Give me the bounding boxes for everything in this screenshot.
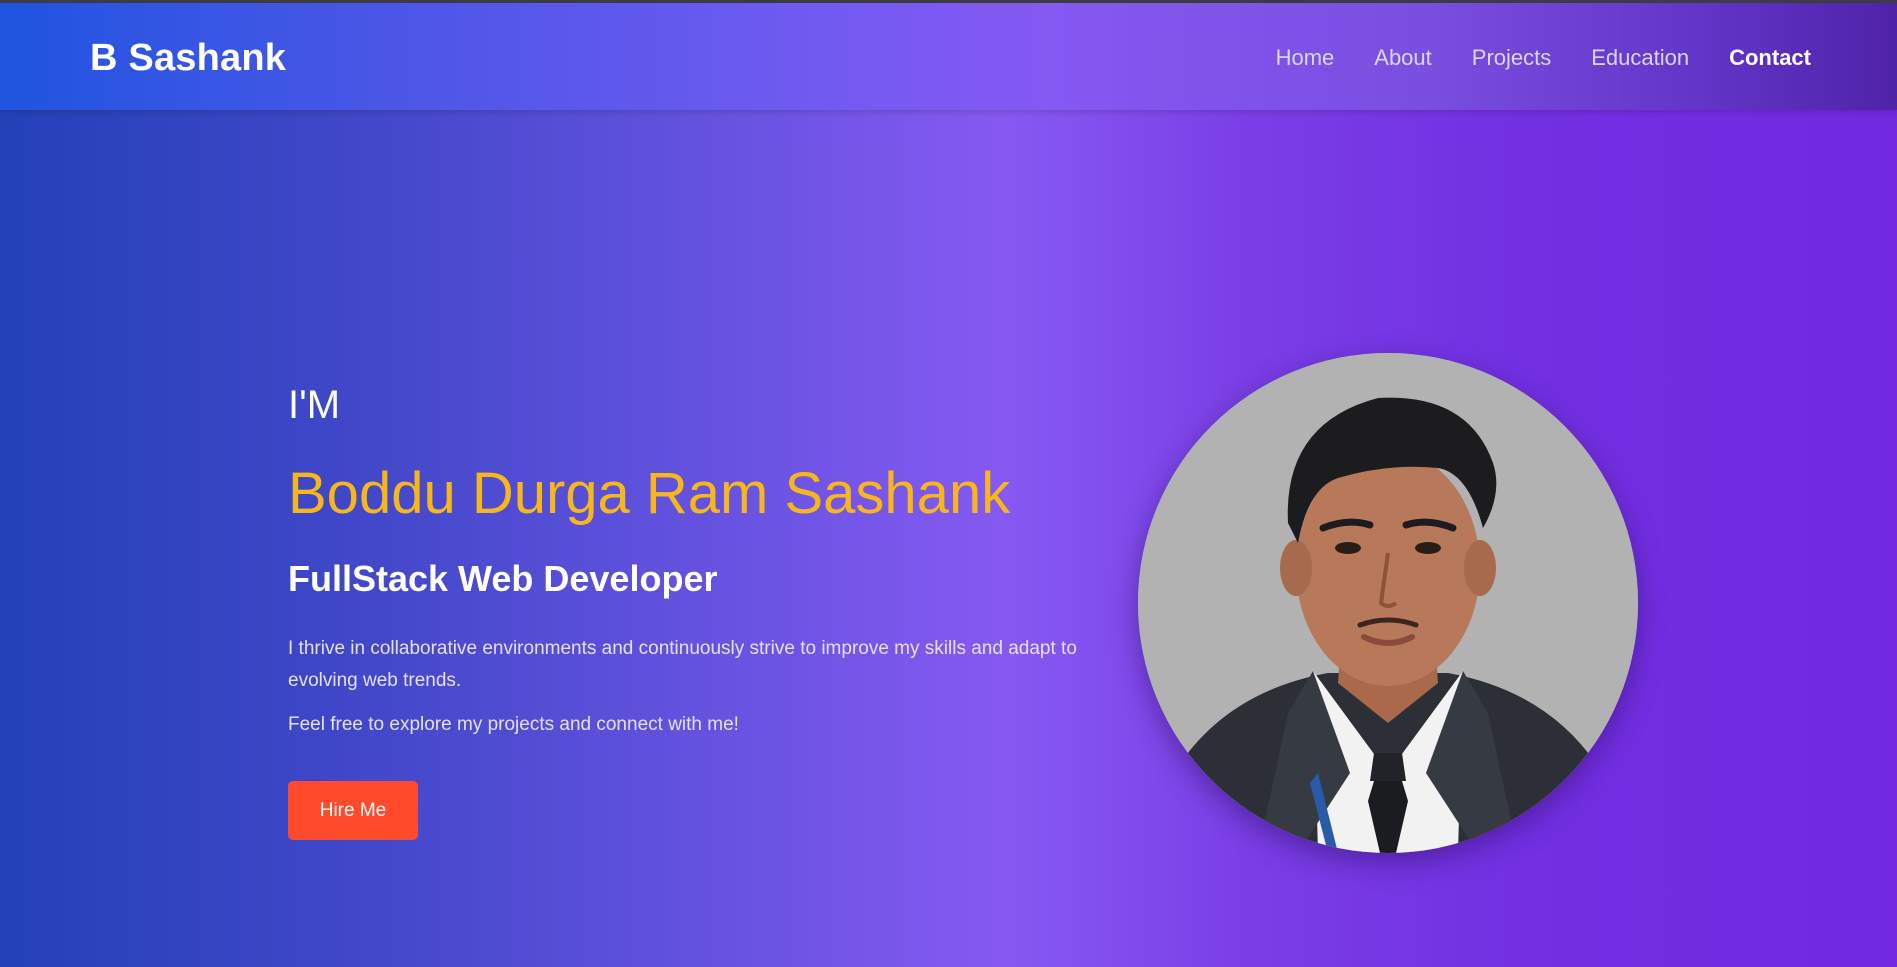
hero-description: I thrive in collaborative environments a… — [288, 638, 1077, 691]
nav-links: Home About Projects Education Contact — [1276, 47, 1811, 69]
hero-background: B Sashank Home About Projects Education … — [0, 0, 1897, 967]
nav-education[interactable]: Education — [1591, 47, 1689, 69]
profile-portrait-illustration — [1138, 353, 1638, 853]
hero-text: I'M Boddu Durga Ram Sashank FullStack We… — [288, 385, 1118, 840]
nav-projects[interactable]: Projects — [1472, 47, 1551, 69]
hero-intro: I'M — [288, 383, 341, 427]
hero-cta-text: Feel free to explore my projects and con… — [288, 714, 739, 735]
hire-me-button[interactable]: Hire Me — [288, 781, 418, 840]
brand-logo[interactable]: B Sashank — [90, 39, 286, 77]
hero-role: FullStack Web Developer — [288, 558, 718, 599]
nav-contact[interactable]: Contact — [1729, 47, 1811, 69]
hero-name: Boddu Durga Ram Sashank — [288, 461, 1011, 526]
nav-home[interactable]: Home — [1276, 47, 1335, 69]
navbar: B Sashank Home About Projects Education … — [0, 3, 1897, 110]
nav-about[interactable]: About — [1374, 47, 1432, 69]
profile-photo — [1138, 353, 1638, 853]
